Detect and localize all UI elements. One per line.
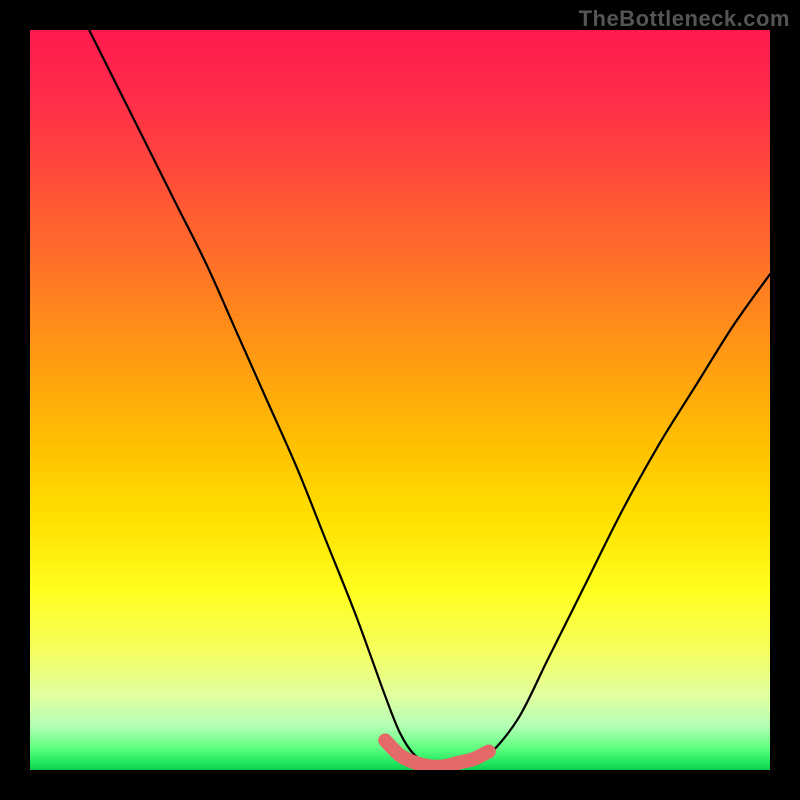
bottleneck-curve [89,30,770,767]
chart-frame: TheBottleneck.com [0,0,800,800]
plot-area [30,30,770,770]
watermark-text: TheBottleneck.com [579,6,790,32]
chart-svg [30,30,770,770]
optimal-band [385,740,489,766]
